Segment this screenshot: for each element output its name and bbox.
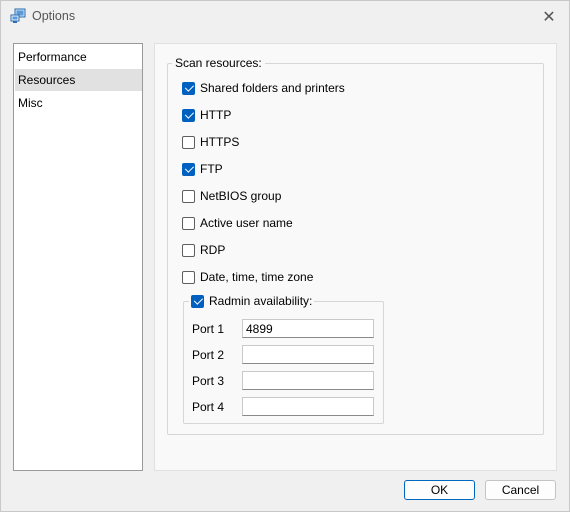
port-1-label: Port 1 bbox=[192, 322, 225, 336]
active-user-label: Active user name bbox=[200, 216, 293, 230]
port-4-input[interactable] bbox=[242, 397, 374, 416]
https-checkbox-row[interactable]: HTTPS bbox=[182, 134, 239, 150]
http-label: HTTP bbox=[200, 108, 232, 122]
netbios-checkbox[interactable] bbox=[182, 189, 195, 203]
options-dialog: Options ✕ Performance Resources Misc Sca… bbox=[0, 0, 570, 512]
ftp-label: FTP bbox=[200, 162, 223, 176]
ok-button[interactable]: OK bbox=[404, 480, 475, 500]
rdp-checkbox[interactable] bbox=[182, 243, 195, 257]
port-3-label: Port 3 bbox=[192, 374, 225, 388]
port-2-input[interactable] bbox=[242, 345, 374, 364]
nav-item-performance[interactable]: Performance bbox=[15, 46, 142, 68]
shared-folders-checkbox-row[interactable]: Shared folders and printers bbox=[182, 80, 345, 96]
shared-folders-label: Shared folders and printers bbox=[200, 81, 345, 95]
rdp-checkbox-row[interactable]: RDP bbox=[182, 242, 225, 258]
https-checkbox[interactable] bbox=[182, 135, 195, 149]
http-checkbox[interactable] bbox=[182, 108, 195, 122]
scan-resources-label: Scan resources: bbox=[172, 56, 265, 70]
cancel-button[interactable]: Cancel bbox=[485, 480, 556, 500]
datetime-checkbox-row[interactable]: Date, time, time zone bbox=[182, 269, 313, 285]
title-bar: Options ✕ bbox=[1, 1, 569, 32]
category-list[interactable]: Performance Resources Misc bbox=[13, 43, 143, 471]
port-2-label: Port 2 bbox=[192, 348, 225, 362]
netbios-checkbox-row[interactable]: NetBIOS group bbox=[182, 188, 281, 204]
radmin-checkbox[interactable] bbox=[191, 294, 204, 308]
datetime-label: Date, time, time zone bbox=[200, 270, 314, 284]
ftp-checkbox[interactable] bbox=[182, 162, 195, 176]
port-4-label: Port 4 bbox=[192, 400, 225, 414]
https-label: HTTPS bbox=[200, 135, 240, 149]
rdp-label: RDP bbox=[200, 243, 226, 257]
close-icon[interactable]: ✕ bbox=[539, 7, 559, 27]
active-user-checkbox-row[interactable]: Active user name bbox=[182, 215, 293, 231]
datetime-checkbox[interactable] bbox=[182, 270, 195, 284]
shared-folders-checkbox[interactable] bbox=[182, 81, 195, 95]
nav-item-resources[interactable]: Resources bbox=[15, 69, 142, 91]
ftp-checkbox-row[interactable]: FTP bbox=[182, 161, 223, 177]
http-checkbox-row[interactable]: HTTP bbox=[182, 107, 231, 123]
port-1-input[interactable] bbox=[242, 319, 374, 338]
radmin-checkbox-row[interactable]: Radmin availability: bbox=[189, 293, 315, 309]
active-user-checkbox[interactable] bbox=[182, 216, 195, 230]
port-3-input[interactable] bbox=[242, 371, 374, 390]
netbios-label: NetBIOS group bbox=[200, 189, 282, 203]
network-scanner-app-icon bbox=[10, 8, 26, 24]
window-title: Options bbox=[32, 9, 76, 23]
nav-item-misc[interactable]: Misc bbox=[15, 92, 142, 114]
radmin-label: Radmin availability: bbox=[209, 294, 313, 308]
